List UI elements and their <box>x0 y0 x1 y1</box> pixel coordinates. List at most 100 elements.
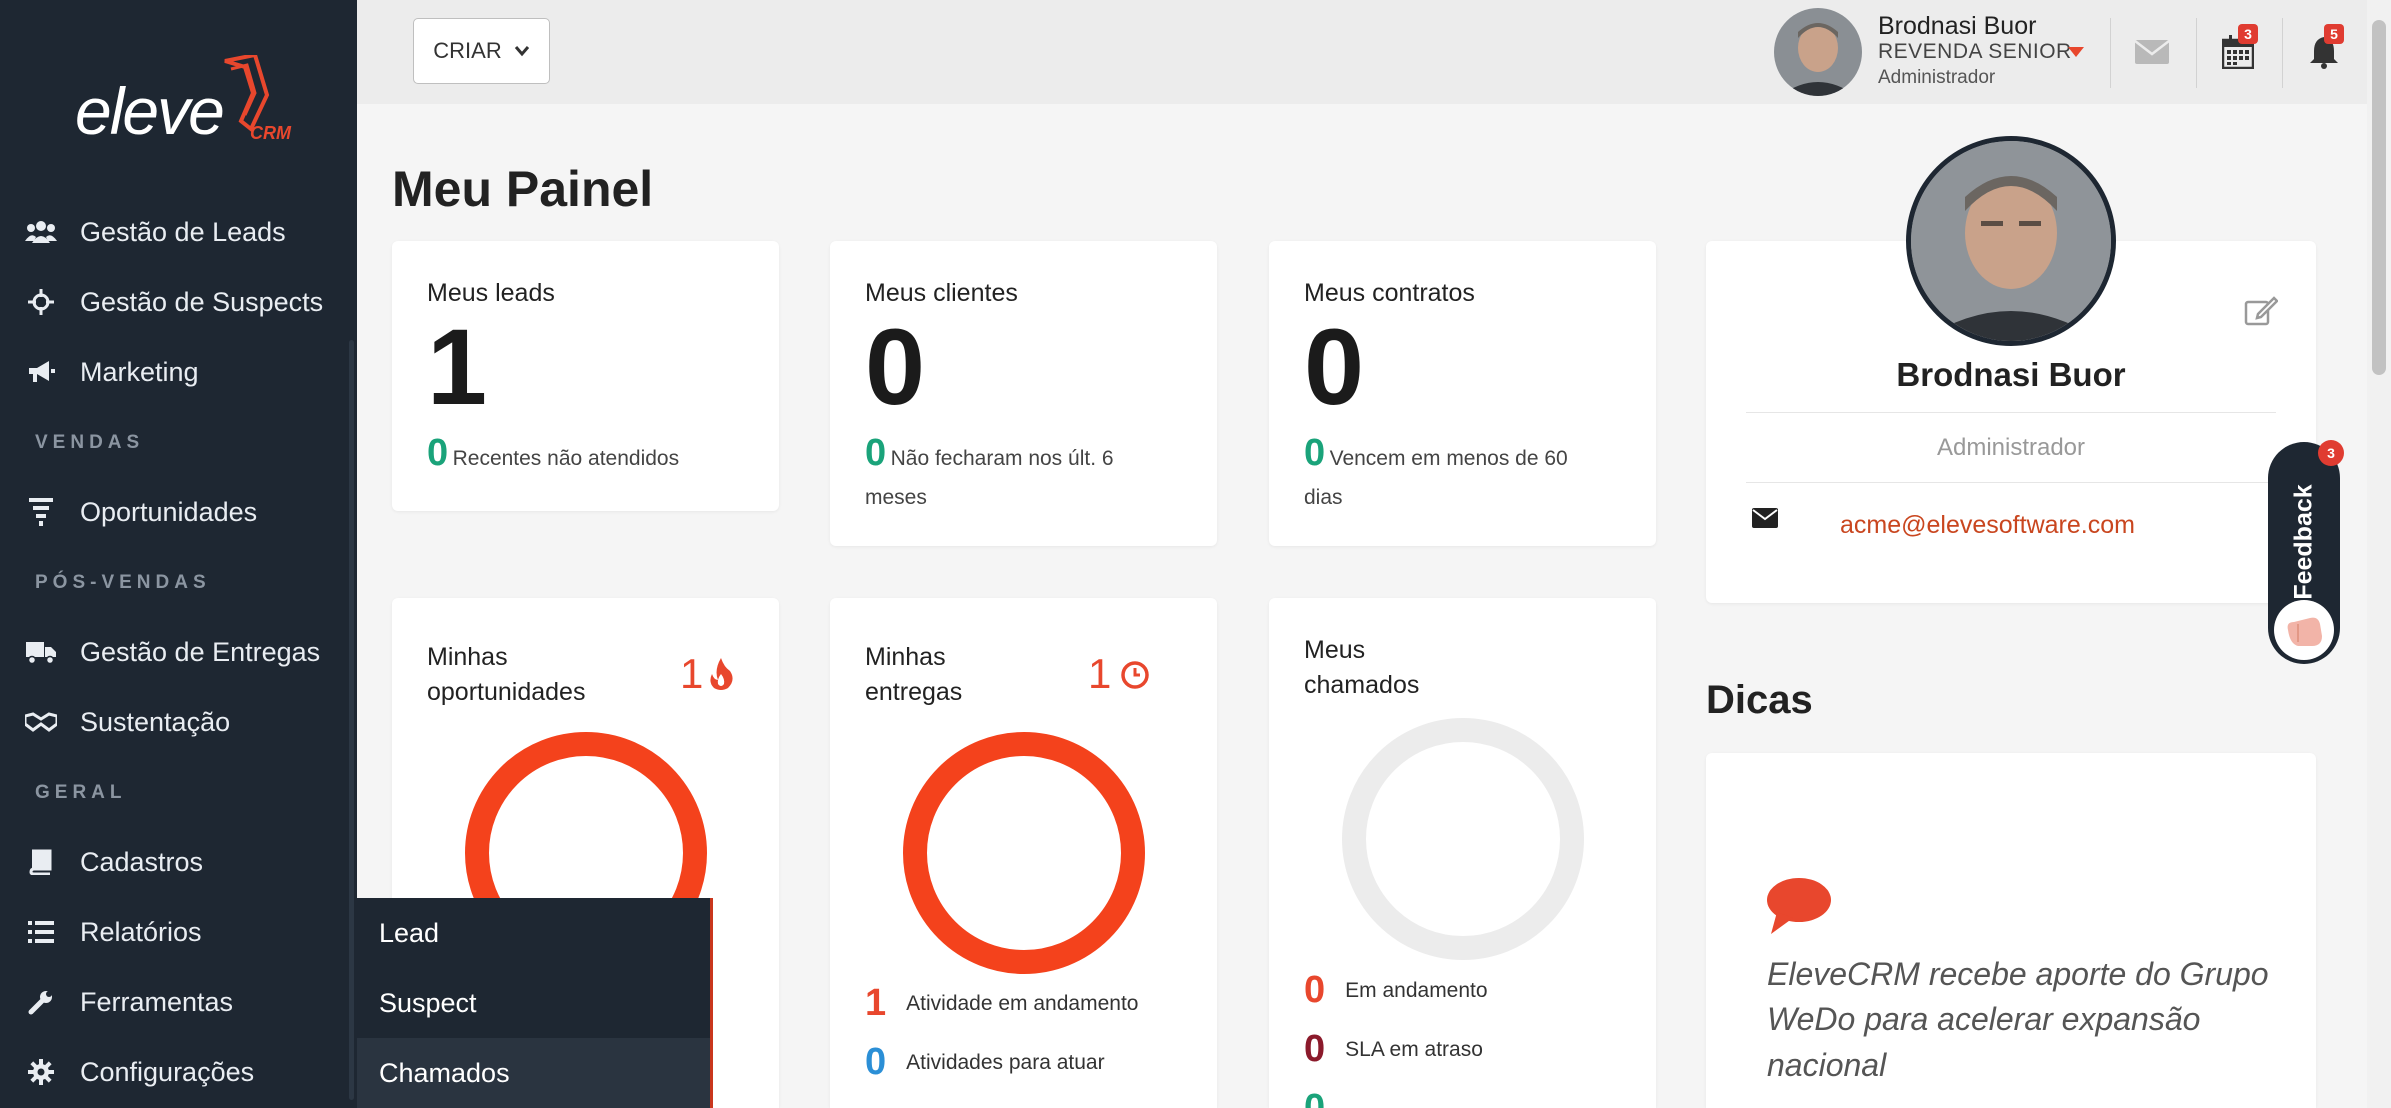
section-label-geral: GERAL <box>35 782 127 803</box>
card-stat: 0 Recentes não atendidos <box>427 425 787 482</box>
truck-icon <box>24 637 58 667</box>
users-icon <box>24 217 58 247</box>
gear-icon <box>24 1057 58 1087</box>
profile-divider <box>1746 482 2276 483</box>
sidebar: eleve CRM Gestão de Leads Gestão de Susp… <box>0 0 357 1108</box>
legend-label: Atividade em andamento <box>906 991 1139 1015</box>
megaphone-icon <box>24 357 58 387</box>
card-minhas-entregas[interactable]: Minhas entregas 1 1 Atividade em andamen… <box>830 598 1217 1108</box>
speech-bubble-icon <box>1767 878 1831 934</box>
header-user-company[interactable]: REVENDA SENIOR <box>1878 40 2072 64</box>
sidebar-scrollbar[interactable] <box>349 340 354 1100</box>
book-icon <box>24 847 58 877</box>
sidebar-item-cadastros[interactable]: Cadastros <box>0 832 357 892</box>
logo-sub-text: CRM <box>250 123 291 143</box>
sidebar-item-gestao-de-leads[interactable]: Gestão de Leads <box>0 202 357 262</box>
section-label-pos-vendas: PÓS-VENDAS <box>35 572 211 593</box>
legend-value: 0 <box>1304 1028 1326 1070</box>
card-title: Minhas oportunidades <box>427 643 586 706</box>
profile-email-link[interactable]: acme@elevesoftware.com <box>1840 511 2135 540</box>
header-user-name[interactable]: Brodnasi Buor <box>1878 12 2036 41</box>
legend-value: 1 <box>865 982 887 1024</box>
cadastros-submenu: Lead Suspect Chamados <box>357 898 713 1108</box>
notifications-badge: 5 <box>2324 24 2344 44</box>
submenu-item-suspect[interactable]: Suspect <box>357 968 710 1038</box>
entregas-legend-row: 1 Atividade em andamento <box>865 982 1138 1025</box>
card-stat: 0 Vencem em menos de 60 dias <box>1304 425 1604 514</box>
card-value: 0 <box>1304 306 1365 427</box>
calendar-badge: 3 <box>2238 24 2258 44</box>
entregas-legend-row: 0 Atividades para atuar <box>865 1041 1105 1084</box>
card-sub-label: Vencem em menos de 60 dias <box>1304 447 1568 509</box>
sidebar-item-label: Marketing <box>80 356 199 387</box>
header-separator <box>2282 18 2283 88</box>
submenu-item-lead[interactable]: Lead <box>357 898 710 968</box>
header-separator <box>2110 18 2111 88</box>
sidebar-item-label: Sustentação <box>80 706 231 737</box>
profile-avatar[interactable] <box>1906 136 2116 346</box>
sidebar-item-label: Gestão de Leads <box>80 216 286 247</box>
header-separator <box>2196 18 2197 88</box>
eleve-crm-logo[interactable]: eleve CRM <box>75 55 291 155</box>
mail-button[interactable] <box>2130 30 2174 74</box>
sidebar-item-oportunidades[interactable]: Oportunidades <box>0 482 357 542</box>
section-label-vendas: VENDAS <box>35 432 145 453</box>
user-avatar[interactable] <box>1774 8 1862 96</box>
card-count: 1 <box>680 650 704 697</box>
logo-text: eleve <box>75 74 225 148</box>
sidebar-item-label: Configurações <box>80 1056 255 1087</box>
card-sub-label: Não fecharam nos últ. 6 meses <box>865 447 1114 509</box>
criar-dropdown-button[interactable]: CRIAR <box>413 18 550 84</box>
card-meus-contratos[interactable]: Meus contratos 0 0 Vencem em menos de 60… <box>1269 241 1656 546</box>
card-title: Minhas entregas <box>865 643 963 706</box>
feedback-widget[interactable]: Feedback <box>2268 442 2340 664</box>
legend-value: 0 <box>1304 1087 1326 1108</box>
entregas-ring-chart <box>903 732 1145 974</box>
sidebar-item-relatorios[interactable]: Relatórios <box>0 902 357 962</box>
sidebar-item-label: Cadastros <box>80 846 204 877</box>
card-meus-clientes[interactable]: Meus clientes 0 0 Não fecharam nos últ. … <box>830 241 1217 546</box>
sidebar-item-gestao-de-suspects[interactable]: Gestão de Suspects <box>0 272 357 332</box>
criar-label: CRIAR <box>433 38 502 63</box>
profile-role: Administrador <box>1936 434 2086 461</box>
sidebar-item-marketing[interactable]: Marketing <box>0 342 357 402</box>
page-title: Meu Painel <box>392 161 654 217</box>
feedback-hand-button[interactable] <box>2274 600 2334 660</box>
edit-icon[interactable] <box>2244 296 2278 326</box>
card-value: 1 <box>427 306 488 427</box>
feedback-label: Feedback <box>2289 484 2318 600</box>
page-scrollbar-thumb[interactable] <box>2372 20 2386 375</box>
card-sub-value: 0 <box>865 432 887 474</box>
sidebar-item-label: Oportunidades <box>80 496 258 527</box>
chamados-legend-row: 0 SLA em atraso <box>1304 1028 1483 1071</box>
clock-icon <box>1121 661 1149 689</box>
sidebar-item-configuracoes[interactable]: Configurações <box>0 1042 357 1102</box>
caret-down-icon[interactable] <box>2068 47 2084 57</box>
chamados-legend-row: 0 <box>1304 1087 1345 1108</box>
feedback-badge: 3 <box>2318 440 2344 466</box>
legend-value: 0 <box>1304 969 1326 1011</box>
sidebar-item-gestao-de-entregas[interactable]: Gestão de Entregas <box>0 622 357 682</box>
legend-label: Em andamento <box>1345 978 1488 1002</box>
sidebar-item-label: Gestão de Entregas <box>80 636 321 667</box>
header-user-role: Administrador <box>1878 67 1996 88</box>
card-meus-leads[interactable]: Meus leads 1 0 Recentes não atendidos <box>392 241 779 511</box>
chamados-legend-row: 0 Em andamento <box>1304 969 1488 1012</box>
sidebar-item-label: Relatórios <box>80 916 202 947</box>
legend-value: 0 <box>865 1041 887 1083</box>
profile-divider <box>1746 412 2276 413</box>
sidebar-item-sustentacao[interactable]: Sustentação <box>0 692 357 752</box>
sidebar-item-ferramentas[interactable]: Ferramentas <box>0 972 357 1032</box>
sidebar-item-label: Ferramentas <box>80 986 234 1017</box>
card-meus-chamados[interactable]: Meus chamados 0 Em andamento 0 SLA em at… <box>1269 598 1656 1108</box>
card-sub-label: Recentes não atendidos <box>452 447 680 470</box>
card-count: 1 <box>1088 650 1112 697</box>
handshake-icon <box>24 707 58 737</box>
submenu-item-chamados[interactable]: Chamados <box>357 1038 710 1108</box>
card-sub-value: 0 <box>427 432 449 474</box>
legend-label: Atividades para atuar <box>906 1050 1105 1074</box>
hand-icon <box>2287 617 2322 646</box>
sidebar-item-label: Gestão de Suspects <box>80 286 324 317</box>
dicas-text[interactable]: EleveCRM recebe aporte do Grupo WeDo par… <box>1767 952 2287 1088</box>
legend-label: SLA em atraso <box>1345 1037 1483 1061</box>
